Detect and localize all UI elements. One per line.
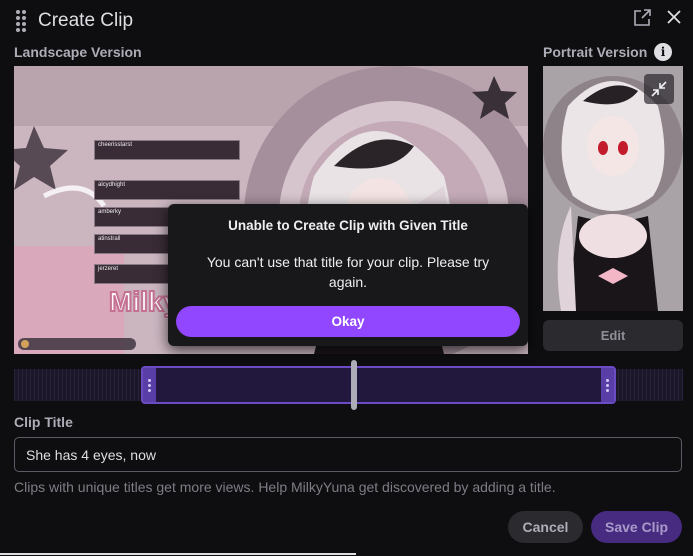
modal-title: Unable to Create Clip with Given Title <box>228 218 468 233</box>
selection-start-handle[interactable] <box>143 368 156 402</box>
landscape-label: Landscape Version <box>14 44 142 60</box>
divider <box>0 553 356 555</box>
modal-message: You can't use that title for your clip. … <box>206 254 490 290</box>
clip-title-helper: Clips with unique titles get more views.… <box>14 479 556 495</box>
cancel-button[interactable]: Cancel <box>508 511 583 543</box>
edit-portrait-button[interactable]: Edit <box>543 320 683 351</box>
error-modal: Unable to Create Clip with Given Title Y… <box>168 204 528 346</box>
dialog-header: Create Clip <box>0 0 693 42</box>
save-clip-button[interactable]: Save Clip <box>591 511 682 543</box>
drag-handle-icon[interactable] <box>16 10 26 32</box>
chat-message: alcydhight <box>94 180 240 200</box>
collapse-icon[interactable] <box>644 74 674 104</box>
chat-message: cheerisstarst <box>94 140 240 160</box>
info-icon[interactable]: i <box>654 43 672 61</box>
selection-end-handle[interactable] <box>601 368 614 402</box>
close-icon[interactable] <box>664 7 684 27</box>
playhead-handle[interactable] <box>351 360 357 410</box>
timeline-selection[interactable] <box>141 366 616 404</box>
clip-title-label: Clip Title <box>14 414 73 430</box>
dialog-title: Create Clip <box>38 10 134 31</box>
portrait-label: Portrait Version <box>543 44 648 60</box>
clip-title-input[interactable] <box>14 437 682 472</box>
popout-icon[interactable] <box>632 8 652 28</box>
okay-button[interactable]: Okay <box>176 306 520 337</box>
